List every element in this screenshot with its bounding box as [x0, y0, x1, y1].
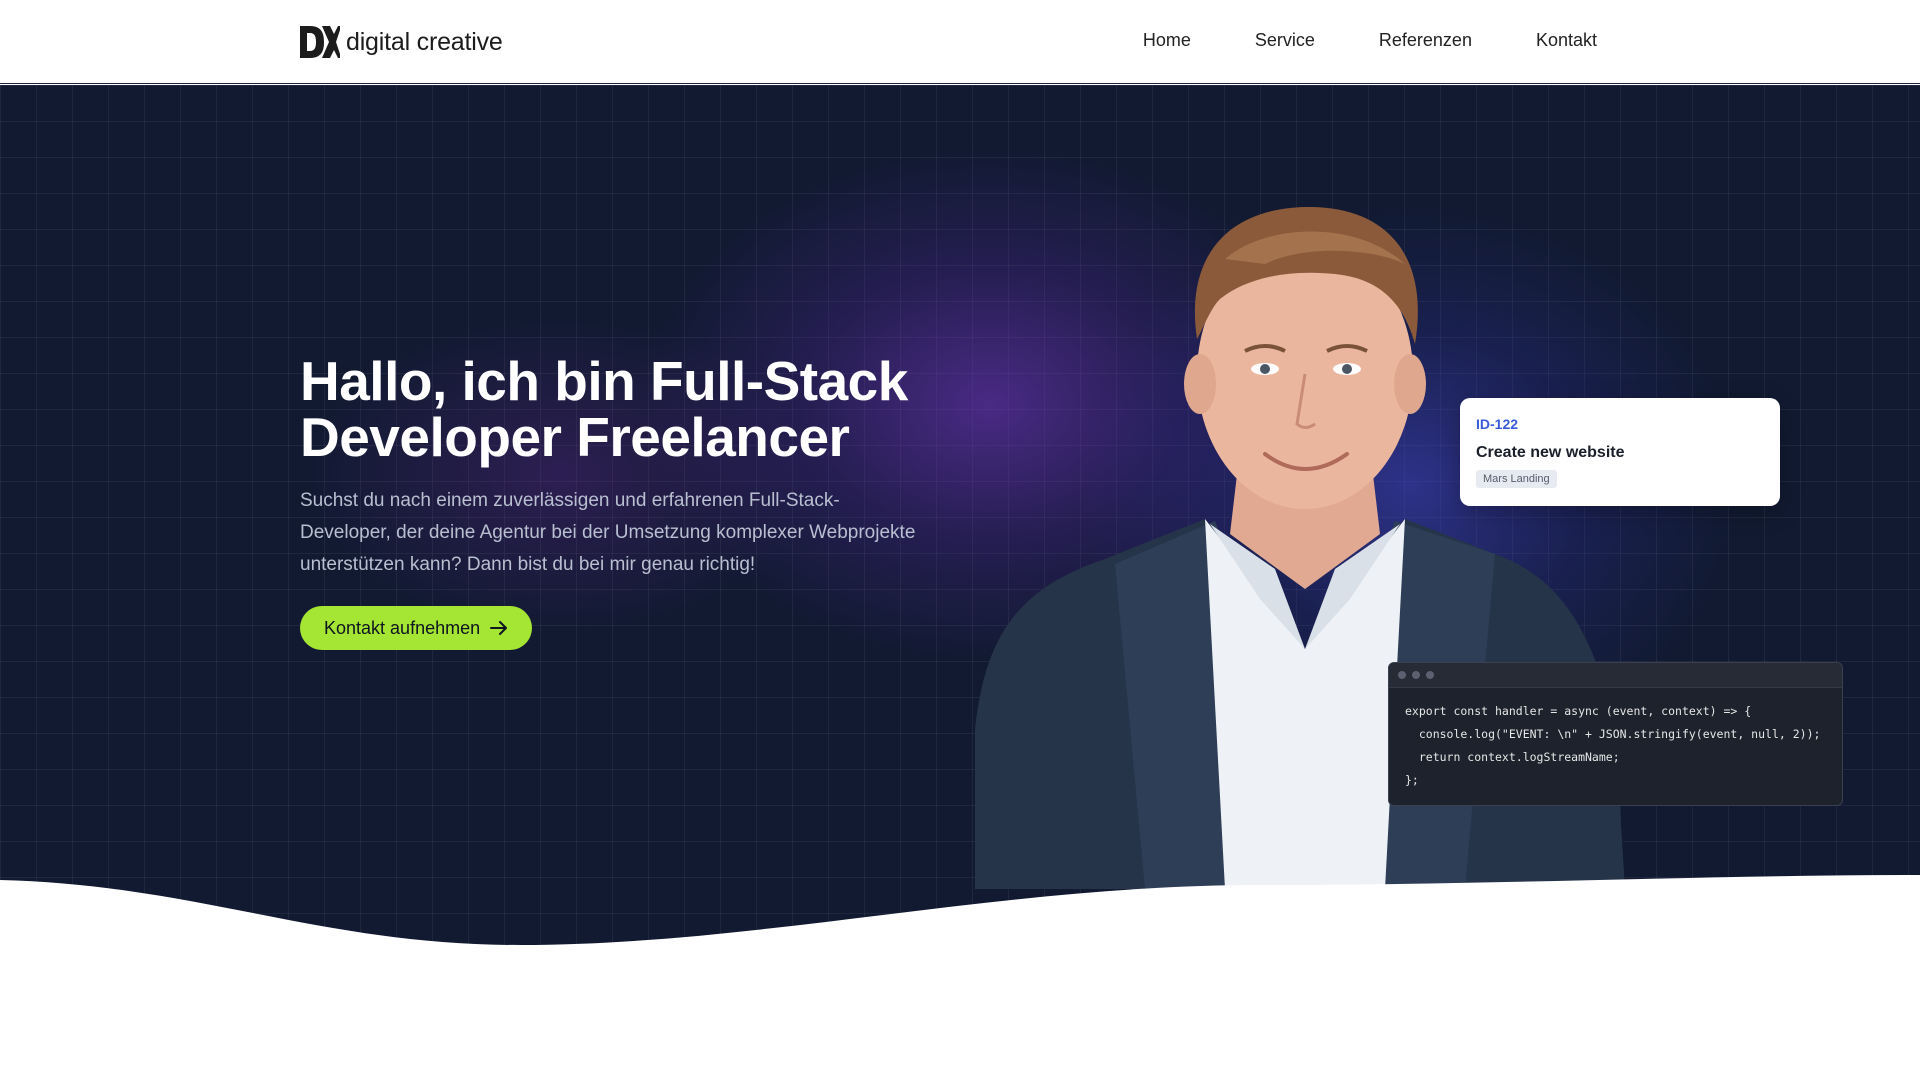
- nav-home[interactable]: Home: [1143, 30, 1191, 51]
- code-line: console.log("EVENT: \n" + JSON.stringify…: [1405, 727, 1821, 741]
- wave-divider: [0, 875, 1920, 1080]
- hero-headline: Hallo, ich bin Full-Stack Developer Free…: [300, 350, 908, 468]
- code-window-titlebar: [1389, 663, 1842, 688]
- task-tag: Mars Landing: [1476, 470, 1557, 488]
- nav-service[interactable]: Service: [1255, 30, 1315, 51]
- hero-section: Hallo, ich bin Full-Stack Developer Free…: [0, 85, 1920, 945]
- arrow-right-icon: [490, 621, 508, 635]
- contact-cta-button[interactable]: Kontakt aufnehmen: [300, 606, 533, 650]
- window-dot-icon: [1412, 671, 1420, 679]
- hero-subtext: Suchst du nach einem zuverlässigen und e…: [300, 490, 916, 575]
- main-nav: Home Service Referenzen Kontakt: [1143, 30, 1597, 51]
- site-header: digital creative Home Service Referenzen…: [0, 0, 1920, 84]
- task-id: ID-122: [1476, 416, 1519, 432]
- code-snippet: export const handler = async (event, con…: [1389, 688, 1842, 804]
- cta-label: Kontakt aufnehmen: [324, 617, 481, 638]
- nav-referenzen[interactable]: Referenzen: [1379, 30, 1472, 51]
- code-line: };: [1405, 773, 1419, 787]
- window-dot-icon: [1426, 671, 1434, 679]
- code-window: export const handler = async (event, con…: [1388, 662, 1843, 806]
- dc-logo-mark-icon: [300, 26, 340, 58]
- nav-kontakt[interactable]: Kontakt: [1536, 30, 1597, 51]
- task-title: Create new website: [1476, 444, 1625, 461]
- code-line: export const handler = async (event, con…: [1405, 704, 1752, 718]
- task-card: ID-122 Create new website Mars Landing: [1460, 398, 1780, 506]
- logo[interactable]: digital creative: [300, 26, 503, 58]
- code-line: return context.logStreamName;: [1405, 750, 1620, 764]
- window-dot-icon: [1398, 671, 1406, 679]
- logo-text: digital creative: [346, 27, 503, 56]
